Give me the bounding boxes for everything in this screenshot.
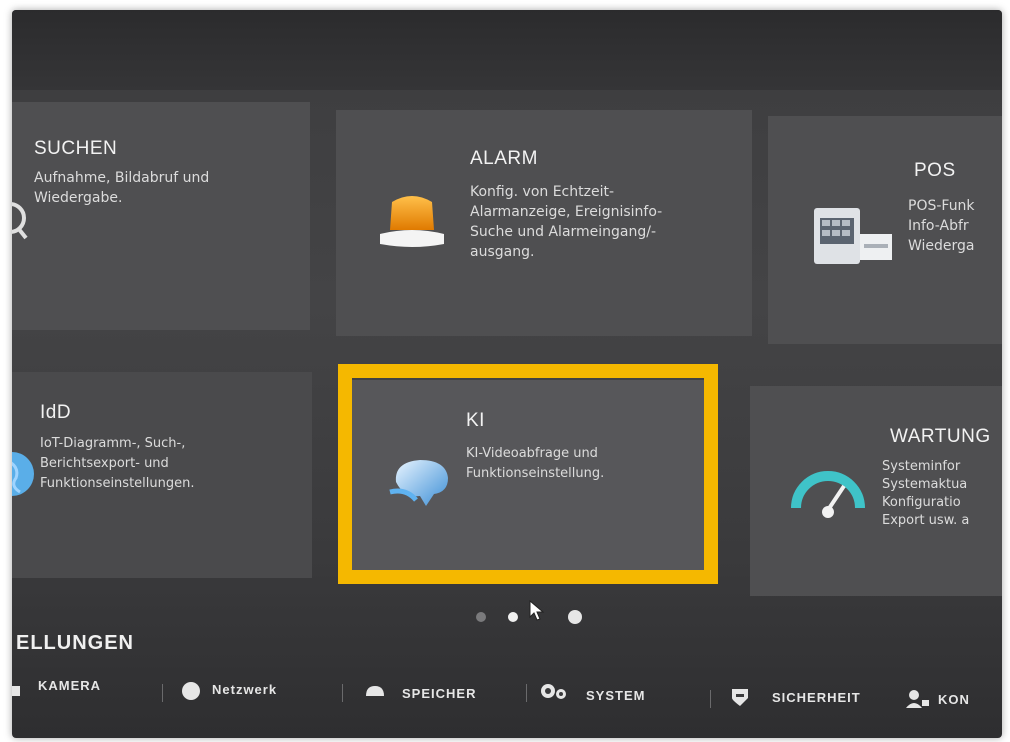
nav-sicherheit[interactable]: SICHERHEIT (772, 690, 861, 705)
nav-konto[interactable]: KON (938, 692, 970, 707)
alarm-light-icon (380, 196, 444, 247)
pos-terminal-icon (814, 208, 892, 264)
camera-icon (12, 686, 20, 696)
top-bar (12, 10, 1002, 90)
mouse-cursor-icon (529, 600, 545, 621)
nav-netzwerk[interactable]: Netzwerk (212, 682, 277, 697)
nav-separator (162, 684, 163, 702)
page-dot[interactable] (476, 612, 486, 622)
shield-icon (732, 689, 748, 706)
settings-nav: KAMERA Netzwerk SPEICHER SYSTEM SICHERHE… (12, 672, 1002, 712)
card-wartung-desc: Systeminfor Systemaktua Konfiguratio Exp… (882, 458, 1002, 530)
card-idd[interactable]: IdD IoT-Diagramm-, Such-, Berichtsexport… (12, 372, 312, 578)
card-wartung-desc-line: Systemaktua (882, 477, 968, 492)
card-pos-title: POS (914, 160, 956, 181)
card-idd-desc-line: Funktionseinstellungen. (40, 476, 195, 491)
page-dot[interactable] (568, 610, 582, 624)
card-wartung-title: WARTUNG (890, 426, 991, 447)
card-idd-title: IdD (40, 402, 72, 423)
network-icon (182, 682, 200, 700)
card-suchen-desc: Aufnahme, Bildabruf und Wiedergabe. (34, 168, 284, 208)
card-suchen-desc-text: Aufnahme, Bildabruf und Wiedergabe. (34, 170, 210, 206)
globe-icon (12, 452, 34, 496)
gauge-icon (791, 471, 865, 518)
card-wartung-desc-line: Konfiguratio (882, 495, 961, 510)
card-wartung-desc-line: Export usw. a (882, 513, 970, 528)
card-alarm-desc: Konfig. von Echtzeit- Alarmanzeige, Erei… (470, 182, 740, 262)
card-wartung[interactable]: WARTUNG Systeminfor Systemaktua Konfigur… (750, 386, 1002, 596)
card-pos-desc-line: Wiederga (908, 238, 975, 254)
system-icon (541, 684, 566, 699)
nav-separator (526, 684, 527, 702)
card-pos-desc: POS-Funk Info-Abfr Wiederga (908, 196, 1002, 256)
nav-kamera[interactable]: KAMERA (38, 678, 101, 693)
card-wartung-desc-line: Systeminfor (882, 459, 961, 474)
card-pos[interactable]: POS POS-Funk Info-Abfr Wiederga (768, 116, 1002, 344)
card-pos-desc-line: Info-Abfr (908, 218, 969, 234)
card-suchen-title: SUCHEN (34, 138, 118, 159)
card-idd-desc: IoT-Diagramm-, Such-, Berichtsexport- un… (40, 434, 300, 494)
settings-title: ELLUNGEN (16, 632, 134, 654)
nav-system[interactable]: SYSTEM (586, 688, 645, 703)
nav-speicher[interactable]: SPEICHER (402, 686, 476, 701)
nav-separator (710, 690, 711, 708)
search-icon (12, 202, 28, 240)
page-dot-active[interactable] (508, 612, 518, 622)
card-alarm-desc-line: Konfig. von Echtzeit- (470, 184, 614, 200)
card-suchen[interactable]: SUCHEN Aufnahme, Bildabruf und Wiedergab… (12, 102, 310, 330)
card-alarm-desc-line: Suche und Alarmeingang/- (470, 224, 657, 240)
account-icon (906, 690, 929, 708)
card-alarm-desc-line: ausgang. (470, 244, 535, 260)
card-idd-desc-line: Berichtsexport- und (40, 456, 169, 471)
main-menu-screen: SUCHEN Aufnahme, Bildabruf und Wiedergab… (12, 10, 1002, 738)
card-pos-desc-line: POS-Funk (908, 198, 975, 214)
nav-separator (342, 684, 343, 702)
card-idd-desc-line: IoT-Diagramm-, Such-, (40, 436, 186, 451)
page-indicator (472, 600, 602, 628)
storage-icon (366, 686, 384, 696)
card-alarm-desc-line: Alarmanzeige, Ereignisinfo- (470, 204, 663, 220)
selection-highlight (338, 364, 718, 584)
card-alarm-title: ALARM (470, 148, 538, 169)
card-alarm[interactable]: ALARM Konfig. von Echtzeit- Alarmanzeige… (336, 110, 752, 336)
